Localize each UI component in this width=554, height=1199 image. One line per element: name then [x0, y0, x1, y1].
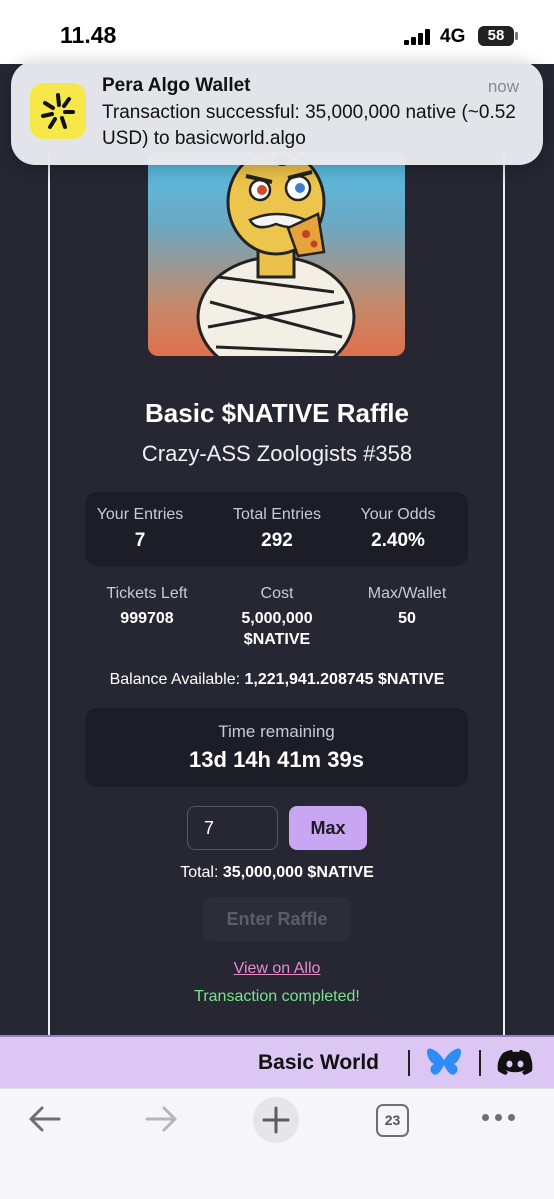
network-label: 4G	[440, 26, 466, 47]
raffle-title: Basic $NATIVE Raffle	[145, 398, 409, 428]
push-notification[interactable]: Pera Algo Wallet now Transaction success…	[11, 61, 543, 165]
signal-icon	[404, 29, 432, 45]
max-button[interactable]: Max	[289, 806, 367, 850]
tickets-left-info: Tickets Left 999708	[82, 585, 212, 629]
your-entries-label: Your Entries	[96, 506, 184, 523]
your-odds-label: Your Odds	[360, 506, 436, 523]
raffle-subtitle: Crazy-ASS Zoologists #358	[141, 441, 413, 466]
back-arrow-icon[interactable]	[27, 1103, 63, 1140]
time-remaining-value: 13d 14h 41m 39s	[189, 747, 364, 772]
cost-amount: 5,000,000	[241, 610, 313, 627]
site-footer: Basic World	[0, 1035, 554, 1088]
cost-value: 5,000,000 $NATIVE	[212, 608, 342, 650]
page-border-right	[503, 150, 505, 1035]
view-on-allo-link[interactable]: View on Allo	[0, 960, 554, 978]
notification-message: Transaction successful: 35,000,000 nativ…	[102, 102, 516, 149]
notification-app-name: Pera Algo Wallet	[102, 75, 251, 96]
your-odds-stat: Your Odds 2.40%	[333, 506, 463, 552]
pera-wallet-app-icon	[30, 83, 86, 139]
your-entries-stat: Your Entries 7	[75, 506, 205, 552]
nft-character-illustration	[196, 152, 356, 356]
entry-stats-panel: Your Entries 7 Total Entries 292 Your Od…	[85, 492, 468, 566]
raffle-details: Tickets Left 999708 Cost 5,000,000 $NATI…	[85, 585, 468, 655]
max-wallet-value: 50	[398, 610, 416, 627]
new-tab-plus-icon[interactable]	[253, 1097, 299, 1143]
total-entries-value: 292	[261, 530, 293, 551]
cost-info: Cost 5,000,000 $NATIVE	[212, 585, 342, 650]
forward-arrow-icon[interactable]	[143, 1103, 179, 1140]
total-label: Total:	[180, 864, 219, 881]
footer-brand[interactable]: Basic World	[258, 1051, 379, 1075]
time-remaining-panel: Time remaining 13d 14h 41m 39s	[85, 708, 468, 787]
max-wallet-label: Max/Wallet	[367, 585, 447, 602]
footer-divider	[408, 1050, 410, 1076]
balance-label: Balance Available:	[109, 671, 241, 688]
status-time: 11.48	[60, 22, 117, 48]
cost-label: Cost	[260, 585, 294, 602]
total-cost: Total: 35,000,000 $NATIVE	[0, 864, 554, 882]
total-value: 35,000,000 $NATIVE	[222, 864, 374, 881]
transaction-status: Transaction completed!	[194, 988, 360, 1005]
enter-raffle-button[interactable]: Enter Raffle	[203, 897, 351, 941]
discord-icon[interactable]	[496, 1049, 534, 1077]
footer-divider	[479, 1050, 481, 1076]
nft-image	[148, 152, 405, 356]
browser-toolbar: 23	[0, 1088, 554, 1199]
max-wallet-info: Max/Wallet 50	[342, 585, 472, 629]
notification-time: now	[487, 77, 519, 96]
cost-unit: $NATIVE	[243, 631, 311, 648]
your-odds-value: 2.40%	[371, 530, 425, 551]
total-entries-stat: Total Entries 292	[212, 506, 342, 552]
ticket-quantity-input[interactable]	[187, 806, 278, 850]
status-bar: 11.48 4G 58	[0, 0, 554, 64]
page-border-left	[48, 150, 50, 1035]
bluesky-icon[interactable]	[426, 1046, 462, 1078]
your-entries-value: 7	[134, 530, 146, 551]
total-entries-label: Total Entries	[232, 506, 322, 523]
more-options-icon[interactable]	[482, 1111, 516, 1123]
battery-icon: 58	[478, 26, 518, 46]
time-remaining-label: Time remaining	[218, 722, 335, 741]
tickets-left-value: 999708	[120, 610, 174, 627]
balance-value: 1,221,941.208745 $NATIVE	[244, 671, 445, 688]
tickets-left-label: Tickets Left	[106, 585, 188, 602]
tab-count-button[interactable]: 23	[376, 1104, 409, 1137]
balance-available: Balance Available: 1,221,941.208745 $NAT…	[0, 671, 554, 689]
